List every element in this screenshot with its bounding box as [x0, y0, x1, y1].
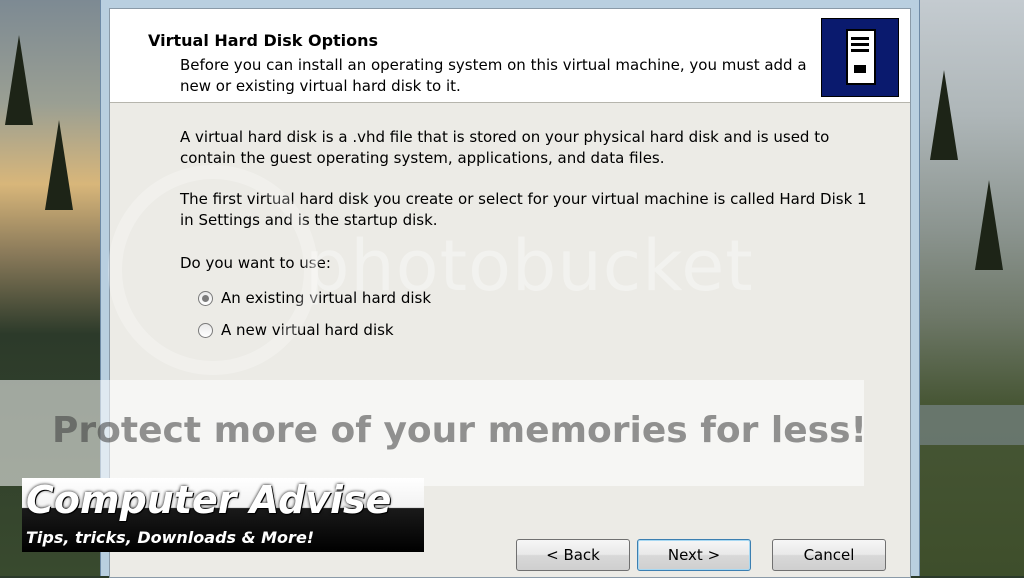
watermark-banner-text: Protect more of your memories for less!	[52, 410, 867, 451]
background-scenery-right	[904, 0, 1024, 576]
page-title: Virtual Hard Disk Options	[148, 31, 379, 50]
branding-tagline: Tips, tricks, Downloads & More!	[26, 528, 315, 547]
tree-silhouette	[975, 180, 1003, 270]
page-subtitle: Before you can install an operating syst…	[180, 56, 807, 95]
tree-silhouette	[5, 35, 33, 125]
server-tower-icon	[821, 18, 899, 97]
tree-silhouette	[930, 70, 958, 160]
wizard-header: Virtual Hard Disk Options Before you can…	[110, 9, 910, 103]
tower-glyph	[846, 29, 876, 85]
cancel-button[interactable]: Cancel	[772, 539, 886, 571]
lake	[904, 405, 1024, 445]
next-button[interactable]: Next >	[637, 539, 751, 571]
description-paragraph: A virtual hard disk is a .vhd file that …	[180, 128, 830, 167]
watermark-logo: photobucket	[305, 225, 754, 307]
watermark-ring	[108, 165, 318, 375]
branding-title: Computer Advise	[26, 478, 392, 522]
back-button[interactable]: < Back	[516, 539, 630, 571]
tree-silhouette	[45, 120, 73, 210]
